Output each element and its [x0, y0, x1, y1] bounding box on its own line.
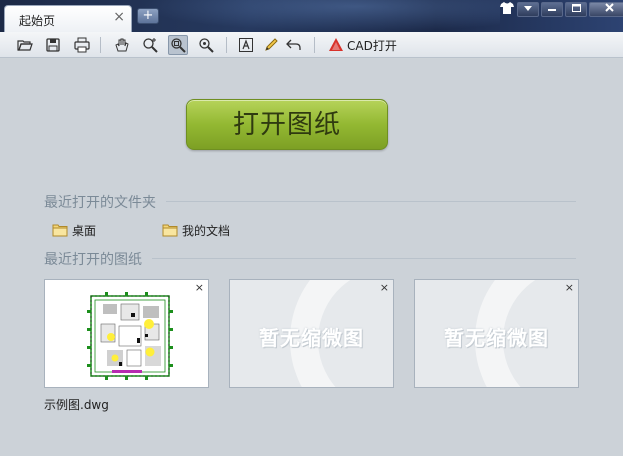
- recent-drawing-thumbnail[interactable]: ×: [44, 279, 209, 388]
- pencil-tool-button[interactable]: [261, 35, 281, 55]
- folder-desktop[interactable]: 桌面: [52, 222, 96, 238]
- pencil-icon: [265, 38, 278, 51]
- section-divider: [152, 258, 576, 259]
- cad-open-button[interactable]: CAD打开: [328, 36, 397, 54]
- print-button[interactable]: [72, 35, 92, 55]
- save-icon: [46, 38, 60, 52]
- menu-dropdown-button[interactable]: [517, 2, 539, 17]
- zoom-extents-icon: [199, 38, 214, 53]
- tab-start-page[interactable]: 起始页 ×: [4, 5, 132, 32]
- zoom-extents-button[interactable]: [196, 35, 216, 55]
- title-bar: 起始页 × +: [0, 0, 623, 32]
- toolbar-separator: [100, 37, 101, 53]
- maximize-icon: [571, 4, 581, 12]
- section-divider: [166, 201, 576, 202]
- drawing-caption[interactable]: 示例图.dwg: [44, 396, 109, 413]
- cad-logo-icon: [329, 38, 343, 51]
- folder-icon: [162, 224, 178, 237]
- close-window-button[interactable]: [589, 2, 623, 17]
- pan-button[interactable]: [112, 35, 132, 55]
- save-button[interactable]: [43, 35, 63, 55]
- toolbar: CAD打开: [0, 32, 623, 58]
- remove-recent-button[interactable]: ×: [195, 281, 204, 294]
- recent-drawing-thumbnail[interactable]: 暂无缩微图 ×: [414, 279, 579, 388]
- printer-icon: [74, 37, 90, 53]
- open-drawing-button[interactable]: 打开图纸: [186, 99, 388, 150]
- undo-icon: [286, 39, 301, 50]
- zoom-in-button[interactable]: [140, 35, 160, 55]
- zoom-window-icon: [171, 38, 186, 53]
- folder-icon: [52, 224, 68, 237]
- maximize-button[interactable]: [565, 2, 587, 17]
- folder-my-documents[interactable]: 我的文档: [162, 222, 230, 238]
- new-tab-button[interactable]: +: [137, 8, 159, 24]
- text-tool-button[interactable]: [236, 35, 256, 55]
- minimize-icon: [548, 9, 556, 11]
- folder-label: 我的文档: [182, 223, 231, 238]
- open-folder-icon: [17, 40, 33, 51]
- chevron-down-icon: [524, 6, 532, 11]
- recent-drawings-title: 最近打开的图纸: [44, 252, 142, 268]
- drawing-preview: [87, 292, 173, 380]
- toolbar-separator: [226, 37, 227, 53]
- tab-label: 起始页: [19, 14, 56, 28]
- remove-recent-button[interactable]: ×: [380, 281, 389, 294]
- recent-folders-title: 最近打开的文件夹: [44, 195, 156, 211]
- minimize-button[interactable]: [541, 2, 563, 17]
- cad-open-label: CAD打开: [347, 38, 397, 53]
- hand-icon: [115, 38, 129, 52]
- toolbar-separator: [314, 37, 315, 53]
- start-page: 打开图纸 最近打开的文件夹 桌面 我的文档 最近打开的图纸 × 示例图.dwg …: [0, 59, 623, 456]
- remove-recent-button[interactable]: ×: [565, 281, 574, 294]
- folder-label: 桌面: [72, 223, 97, 238]
- title-bar-glow: [140, 0, 500, 32]
- zoom-window-button[interactable]: [168, 35, 188, 55]
- shirt-icon: [500, 2, 514, 14]
- undo-button[interactable]: [284, 35, 304, 55]
- zoom-in-icon: [143, 38, 158, 53]
- tab-close-button[interactable]: ×: [113, 9, 125, 25]
- no-thumbnail-text: 暂无缩微图: [259, 326, 364, 350]
- recent-drawing-thumbnail[interactable]: 暂无缩微图 ×: [229, 279, 394, 388]
- text-icon: [239, 38, 253, 52]
- skin-button[interactable]: [497, 2, 517, 17]
- open-file-button[interactable]: [15, 35, 35, 55]
- close-icon: [604, 3, 614, 12]
- no-thumbnail-text: 暂无缩微图: [444, 326, 549, 350]
